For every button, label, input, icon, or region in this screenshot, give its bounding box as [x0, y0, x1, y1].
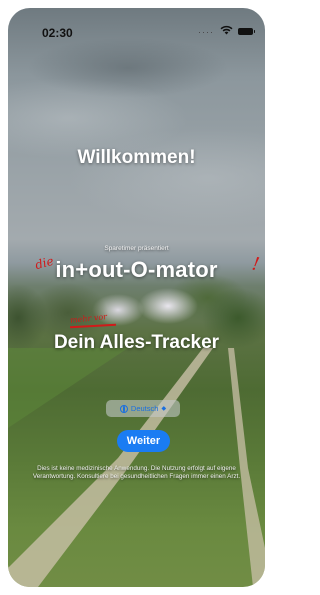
tagline: Dein Alles-Tracker [53, 332, 220, 353]
app-name: in+out-O-mator [55, 257, 218, 282]
signal-dots: ···· [198, 27, 214, 37]
status-time: 02:30 [42, 26, 73, 40]
next-button[interactable]: Weiter [117, 430, 170, 452]
disclaimer-text: Dies ist keine medizinische Anwendung. D… [32, 465, 241, 480]
status-bar: 02:30 ···· [8, 8, 265, 52]
welcome-title: Willkommen! [77, 147, 196, 168]
language-label: Deutsch [130, 404, 159, 413]
chevron-updown-icon: ◆ [161, 406, 167, 412]
presenter-text: Sparetimer präsentiert [104, 245, 169, 252]
wifi-icon [220, 25, 233, 35]
welcome-screen: 02:30 ···· Willkommen! Sparetimer präsen… [8, 8, 265, 587]
language-selector[interactable]: Deutsch ◆ [106, 400, 180, 417]
battery-icon [238, 28, 255, 35]
globe-icon [119, 404, 128, 413]
